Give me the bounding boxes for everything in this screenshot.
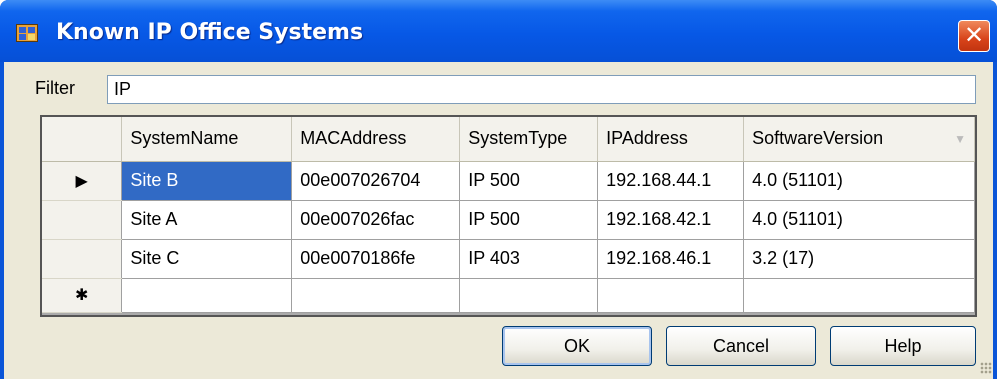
cell-macaddress[interactable]: 00e007026704 [291, 161, 461, 201]
close-button[interactable]: ✕ [958, 20, 990, 52]
app-window-icon [16, 24, 38, 42]
title-bar[interactable]: Known IP Office Systems ✕ [0, 0, 997, 62]
new-cell-ipaddress[interactable] [597, 278, 745, 313]
cell-systemtype[interactable]: IP 403 [459, 239, 599, 279]
row-header-cell[interactable]: ✱ [42, 278, 123, 313]
column-header-softwareversion[interactable]: SoftwareVersion ▼ [743, 117, 975, 162]
row-header-cell[interactable]: ▶ [42, 161, 123, 201]
column-header-softwareversion-label: SoftwareVersion [752, 128, 884, 149]
new-row-asterisk-icon: ✱ [74, 287, 89, 304]
cell-macaddress[interactable]: 00e007026fac [291, 200, 461, 240]
current-row-arrow-icon: ▶ [75, 172, 88, 190]
help-button[interactable]: Help [830, 326, 976, 366]
close-icon: ✕ [963, 21, 985, 49]
row-header-cell[interactable] [42, 200, 123, 240]
cell-ipaddress[interactable]: 192.168.42.1 [597, 200, 745, 240]
cell-softwareversion[interactable]: 4.0 (51101) [743, 200, 975, 240]
systems-table: SystemName MACAddress SystemType IPAddre… [42, 117, 975, 313]
cell-ipaddress[interactable]: 192.168.46.1 [597, 239, 745, 279]
column-header-ipaddress[interactable]: IPAddress [597, 117, 745, 162]
header-row: SystemName MACAddress SystemType IPAddre… [42, 117, 975, 162]
ok-button[interactable]: OK [502, 326, 652, 366]
new-cell-macaddress[interactable] [291, 278, 461, 313]
cancel-button[interactable]: Cancel [666, 326, 816, 366]
column-header-systemname[interactable]: SystemName [121, 117, 293, 162]
systems-grid: SystemName MACAddress SystemType IPAddre… [40, 115, 977, 317]
cell-softwareversion[interactable]: 3.2 (17) [743, 239, 975, 279]
cell-systemtype[interactable]: IP 500 [459, 200, 599, 240]
sort-dropdown-icon: ▼ [954, 132, 966, 147]
column-header-macaddress[interactable]: MACAddress [291, 117, 461, 162]
cell-systemname[interactable]: Site C [121, 239, 293, 279]
cell-ipaddress[interactable]: 192.168.44.1 [597, 161, 745, 201]
cell-systemname[interactable]: Site B [121, 161, 293, 201]
filter-input[interactable] [107, 75, 976, 104]
row-header-cell[interactable] [42, 239, 123, 279]
corner-header-cell[interactable] [42, 117, 123, 162]
column-header-systemtype[interactable]: SystemType [459, 117, 599, 162]
new-row[interactable]: ✱ [42, 278, 975, 313]
table-row[interactable]: Site A 00e007026fac IP 500 192.168.42.1 … [42, 200, 975, 240]
filter-label: Filter [35, 78, 75, 98]
cell-systemtype[interactable]: IP 500 [459, 161, 599, 201]
window-title: Known IP Office Systems [56, 20, 364, 45]
new-cell-softwareversion[interactable] [743, 278, 975, 313]
table-row[interactable]: ▶ Site B 00e007026704 IP 500 192.168.44.… [42, 161, 975, 201]
resize-grip-icon[interactable] [980, 362, 992, 374]
cell-macaddress[interactable]: 00e0070186fe [291, 239, 461, 279]
new-cell-systemname[interactable] [121, 278, 293, 313]
cell-softwareversion[interactable]: 4.0 (51101) [743, 161, 975, 201]
new-cell-systemtype[interactable] [459, 278, 599, 313]
cell-systemname[interactable]: Site A [121, 200, 293, 240]
table-row[interactable]: Site C 00e0070186fe IP 403 192.168.46.1 … [42, 239, 975, 279]
